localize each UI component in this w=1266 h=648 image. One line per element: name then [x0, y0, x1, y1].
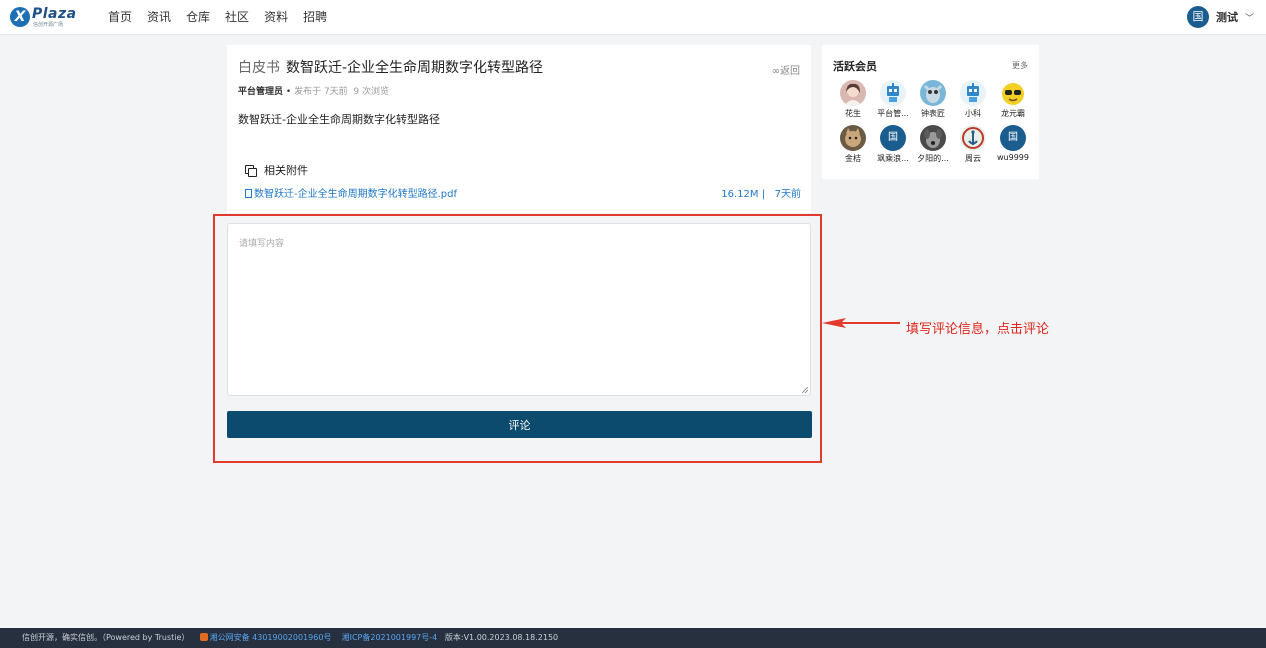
member-name: 夕阳的...	[917, 154, 949, 163]
member-item[interactable]: 周云	[953, 125, 993, 164]
logo-tagline: 信创开源广场	[33, 22, 64, 28]
article-title-text: 数智跃迁-企业全生命周期数字化转型路径	[286, 60, 544, 76]
nav-item-jobs[interactable]: 招聘	[303, 0, 327, 34]
user-name[interactable]: 测试	[1216, 9, 1238, 25]
member-item[interactable]: 龙元霸	[993, 80, 1033, 119]
footer-content: 信创开源，确实信创。（Powered by Trustie） 湘公网安备 430…	[22, 628, 558, 648]
article-author[interactable]: 平台管理员	[238, 87, 283, 97]
nav-item-repos[interactable]: 仓库	[186, 0, 210, 34]
member-avatar[interactable]	[1000, 80, 1026, 106]
logo-text: Plaza	[32, 6, 77, 22]
article-body: 数智跃迁-企业全生命周期数字化转型路径	[238, 113, 440, 126]
member-item[interactable]: 夕阳的...	[913, 125, 953, 164]
member-item[interactable]: 花生	[833, 80, 873, 119]
member-avatar[interactable]	[960, 125, 986, 151]
member-name: 钟表匠	[921, 109, 945, 118]
member-avatar[interactable]: 国	[1000, 125, 1026, 151]
article-published-time: 发布于 7天前	[294, 87, 348, 97]
active-members-card: 活跃会员 更多 花生 平台管... 钟表匠 小科 龙元霸 金桔 国 飒乘浪...…	[822, 45, 1039, 179]
logo-mark-icon: X	[10, 7, 30, 27]
article-card: 白皮书 数智跃迁-企业全生命周期数字化转型路径 ∞返回 平台管理员 • 发布于 7…	[227, 45, 811, 213]
user-menu[interactable]: 国 测试 ﹀	[1186, 6, 1254, 28]
article-view-count: 9 次浏览	[353, 87, 389, 97]
member-avatar[interactable]	[840, 125, 866, 151]
icp-record-link[interactable]: 湘ICP备2021001997号-4	[342, 633, 438, 642]
police-badge-icon	[199, 633, 208, 641]
attachments-heading: 相关附件	[245, 162, 308, 178]
attachment-row: 数智跃迁-企业全生命周期数字化转型路径.pdf 16.12M | 7天前	[245, 185, 801, 200]
attachment-meta-separator: |	[761, 189, 766, 200]
footer-slogan: 信创开源，确实信创。（Powered by Trustie）	[22, 633, 190, 642]
member-grid: 花生 平台管... 钟表匠 小科 龙元霸 金桔 国 飒乘浪... 夕阳的... …	[833, 80, 1037, 164]
top-navbar: X Plaza 信创开源广场 首页 资讯 仓库 社区 资料 招聘 国 测试 ﹀	[0, 0, 1266, 35]
member-name: 龙元霸	[1001, 109, 1025, 118]
member-item[interactable]: 国 飒乘浪...	[873, 125, 913, 164]
attachment-time: 7天前	[774, 189, 801, 200]
member-avatar[interactable]: 国	[880, 125, 906, 151]
footer: 信创开源，确实信创。（Powered by Trustie） 湘公网安备 430…	[0, 628, 1266, 648]
member-name: wu9999	[997, 153, 1029, 162]
more-link[interactable]: 更多	[1012, 60, 1028, 71]
member-avatar[interactable]	[920, 80, 946, 106]
annotation-arrow-icon	[822, 318, 900, 328]
article-meta: 平台管理员 • 发布于 7天前 9 次浏览	[238, 84, 389, 97]
article-category: 白皮书	[238, 60, 280, 76]
chevron-down-icon[interactable]: ﹀	[1245, 11, 1254, 24]
nav-item-community[interactable]: 社区	[225, 0, 249, 34]
attachment-link[interactable]: 数智跃迁-企业全生命周期数字化转型路径.pdf	[254, 189, 457, 200]
annotation-text: 填写评论信息，点击评论	[906, 322, 1050, 337]
member-name: 周云	[965, 154, 981, 163]
member-name: 花生	[845, 109, 861, 118]
article-title: 白皮书 数智跃迁-企业全生命周期数字化转型路径	[238, 57, 543, 77]
member-avatar[interactable]	[960, 80, 986, 106]
member-avatar[interactable]	[880, 80, 906, 106]
member-name: 金桔	[845, 154, 861, 163]
attachment-size: 16.12M	[721, 189, 759, 200]
member-item[interactable]: 小科	[953, 80, 993, 119]
nav-item-resources[interactable]: 资料	[264, 0, 288, 34]
police-record-link[interactable]: 湘公网安备 43019002001960号	[210, 633, 332, 642]
back-link[interactable]: ∞返回	[772, 62, 800, 77]
file-icon	[245, 189, 252, 198]
member-name: 平台管...	[877, 109, 909, 118]
member-item[interactable]: 金桔	[833, 125, 873, 164]
nav-item-home[interactable]: 首页	[108, 0, 132, 34]
plaza-logo[interactable]: X Plaza 信创开源广场	[10, 6, 77, 28]
member-item[interactable]: 钟表匠	[913, 80, 953, 119]
main-nav: 首页 资讯 仓库 社区 资料 招聘	[108, 0, 342, 34]
member-name: 飒乘浪...	[877, 154, 909, 163]
meta-separator: •	[285, 87, 292, 97]
member-avatar[interactable]	[840, 80, 866, 106]
highlight-box	[213, 214, 822, 463]
user-avatar[interactable]: 国	[1186, 6, 1209, 28]
nav-item-news[interactable]: 资讯	[147, 0, 171, 34]
attachments-heading-label: 相关附件	[264, 164, 308, 177]
member-avatar[interactable]	[920, 125, 946, 151]
copy-icon	[245, 165, 257, 177]
member-name: 小科	[965, 109, 981, 118]
active-members-title: 活跃会员	[833, 60, 877, 73]
member-item[interactable]: 平台管...	[873, 80, 913, 119]
version-text: 版本:V1.00.2023.08.18.2150	[444, 633, 559, 642]
attachment-meta: 16.12M | 7天前	[721, 185, 801, 200]
member-item[interactable]: 国 wu9999	[993, 125, 1033, 164]
